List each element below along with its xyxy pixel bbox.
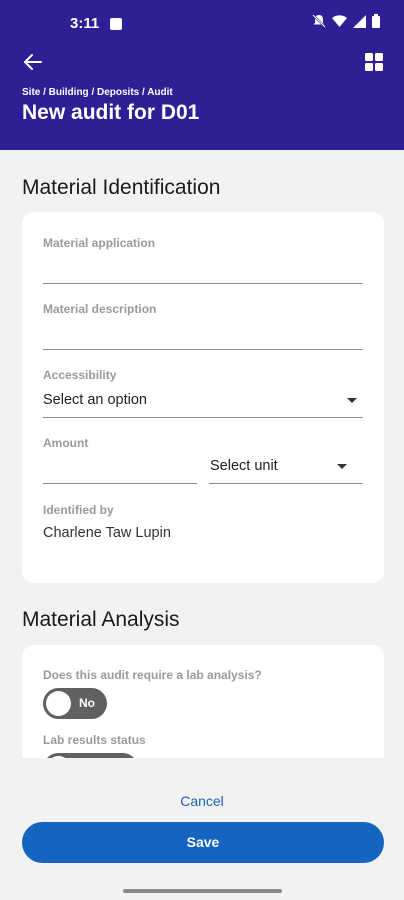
amount-label: Amount [43, 436, 89, 450]
unit-select-value: Select unit [210, 458, 278, 474]
save-button[interactable]: Save [22, 822, 384, 863]
lab-analysis-question: Does this audit require a lab analysis? [43, 668, 262, 682]
signal-icon [353, 14, 366, 28]
lab-results-status-label: Lab results status [43, 733, 146, 747]
gallery-icon [110, 18, 122, 30]
material-description-input[interactable] [43, 322, 363, 350]
status-icons [312, 14, 380, 28]
lab-analysis-toggle[interactable]: No [43, 688, 107, 719]
section-title-identification: Material Identification [22, 176, 221, 199]
identified-by-label: Identified by [43, 503, 114, 517]
footer-actions: Cancel Save [0, 758, 404, 900]
unit-select[interactable]: Select unit [209, 456, 363, 484]
grid-menu-button[interactable] [364, 52, 384, 72]
accessibility-select[interactable]: Select an option [43, 390, 363, 418]
material-application-label: Material application [43, 236, 156, 250]
back-button[interactable] [20, 50, 48, 74]
cancel-button[interactable]: Cancel [0, 793, 404, 809]
page-title: New audit for D01 [22, 101, 200, 124]
battery-icon [372, 14, 380, 28]
material-application-input[interactable] [43, 256, 363, 284]
amount-input[interactable] [43, 456, 197, 484]
identification-card: Material application Material descriptio… [22, 212, 384, 583]
status-time: 3:11 [70, 15, 100, 32]
accessibility-select-value: Select an option [43, 392, 147, 408]
grid-icon [365, 53, 383, 71]
app-header: 3:11 Site / Building / Deposits / Audit … [0, 0, 404, 150]
breadcrumb: Site / Building / Deposits / Audit [22, 87, 173, 98]
material-description-label: Material description [43, 302, 157, 316]
toggle-label: No [79, 696, 95, 710]
section-title-analysis: Material Analysis [22, 608, 180, 631]
chevron-down-icon [337, 464, 347, 469]
home-indicator [123, 889, 282, 893]
identified-by-value: Charlene Taw Lupin [43, 525, 171, 541]
status-bar: 3:11 [0, 0, 404, 48]
accessibility-label: Accessibility [43, 368, 117, 382]
arrow-left-icon [24, 54, 42, 70]
toggle-knob [46, 691, 71, 716]
mute-icon [312, 14, 326, 28]
chevron-down-icon [347, 398, 357, 403]
wifi-icon [332, 14, 347, 27]
